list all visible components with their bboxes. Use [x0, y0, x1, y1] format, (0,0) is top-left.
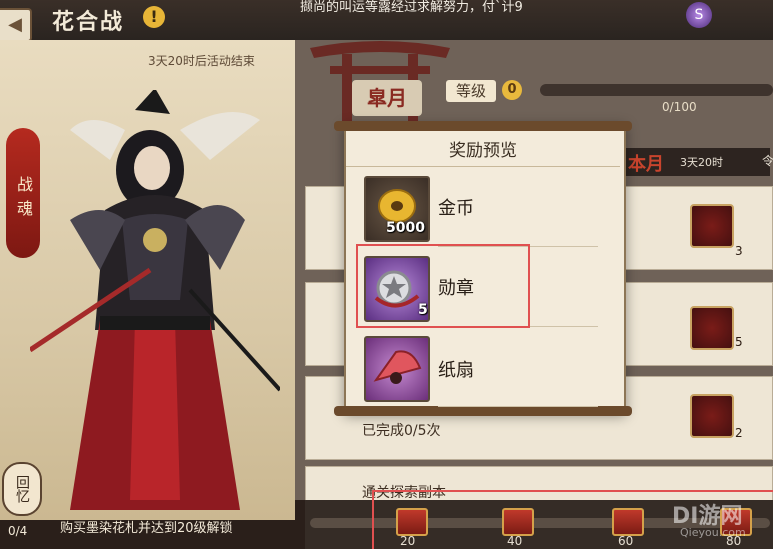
- scroll-rod-top: [334, 121, 632, 131]
- item-quantity: 5000: [386, 220, 425, 236]
- modal-title: 奖励预览: [346, 136, 620, 167]
- watermark-url: Qieyou.com: [680, 526, 746, 539]
- exclamation-icon[interactable]: !: [143, 6, 165, 28]
- tab-this-month-time: 3天20时: [680, 156, 723, 169]
- chest-icon[interactable]: [612, 508, 644, 536]
- item-name: 金币: [438, 198, 474, 219]
- tab-this-month-label: 本月: [628, 154, 664, 175]
- tab-ling[interactable]: 令: [762, 152, 773, 169]
- chest-level: 40: [507, 534, 523, 548]
- purple-gem-icon[interactable]: S: [686, 2, 712, 28]
- exp-reward-icon[interactable]: [690, 306, 734, 350]
- chest-level: 60: [618, 534, 634, 548]
- memory-counter: 0/4: [8, 524, 28, 538]
- unlock-hint: 购买墨染花札并达到20级解锁: [60, 521, 233, 536]
- month-title: 皐月: [352, 80, 422, 116]
- level-progress-bar: [540, 84, 773, 96]
- task-progress: 已完成0/5次: [362, 423, 441, 439]
- arrow-left-icon: ◀: [8, 14, 22, 35]
- exp-reward-icon[interactable]: [690, 394, 734, 438]
- event-end-time: 3天20时后活动结束: [148, 54, 255, 68]
- chest-level: 20: [400, 534, 416, 548]
- selected-item-highlight: [356, 244, 530, 328]
- scroll-rod-bottom: [334, 406, 632, 416]
- level-label: 等级: [446, 80, 496, 102]
- paper-fan-icon[interactable]: [364, 336, 430, 402]
- chest-icon[interactable]: [502, 508, 534, 536]
- item-name: 纸扇: [438, 360, 474, 381]
- memory-button[interactable]: 回忆: [2, 462, 42, 516]
- reward-count: 2: [735, 426, 743, 440]
- chest-icon[interactable]: [396, 508, 428, 536]
- exp-reward-icon[interactable]: [690, 204, 734, 248]
- paper-fan-graphic: [373, 350, 422, 384]
- tab-war-soul[interactable]: 战魂: [6, 128, 40, 258]
- scrolling-notice: 撷尚的叫运等露经过求解努力，付`计9: [300, 0, 523, 15]
- divider: [438, 406, 598, 407]
- reward-count: 5: [735, 335, 743, 349]
- back-button[interactable]: ◀: [0, 8, 32, 42]
- page-title: 花合战: [52, 10, 125, 35]
- level-progress-text: 0/100: [662, 100, 697, 114]
- level-value: 0: [502, 80, 522, 100]
- warrior-character-art: [30, 90, 280, 510]
- reward-count: 3: [735, 244, 743, 258]
